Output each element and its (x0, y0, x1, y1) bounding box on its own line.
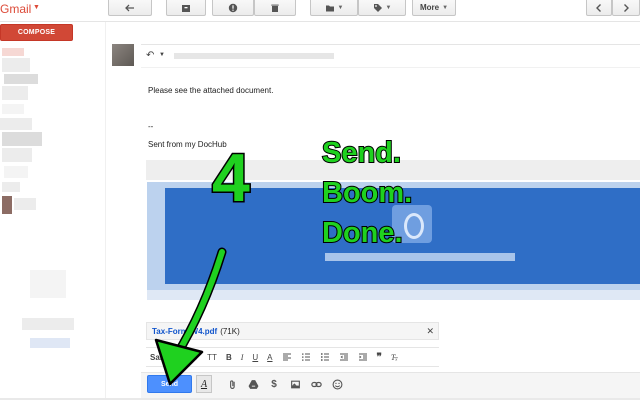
more-label: More (419, 3, 440, 12)
sidebar-item[interactable] (4, 74, 38, 84)
send-money-icon[interactable]: $ (268, 378, 280, 390)
more-button[interactable]: More ▼ (412, 0, 456, 16)
gmail-window: Gmail ▼ ▼ ▼ More ▼ COMPOSE ↶ ▼ Please se… (0, 0, 640, 400)
archive-button[interactable] (166, 0, 206, 16)
bulleted-list-icon[interactable] (320, 352, 330, 362)
indent-more-icon[interactable] (358, 352, 368, 362)
sidebar-item[interactable] (30, 338, 70, 348)
folder-icon (325, 5, 334, 11)
overlay-word: Done. (321, 216, 404, 250)
quote-icon[interactable]: ❞ (377, 352, 382, 363)
label-icon (373, 3, 382, 12)
indent-less-icon[interactable] (339, 352, 349, 362)
back-button[interactable] (108, 0, 152, 16)
archive-icon (182, 4, 190, 12)
content-divider (105, 22, 106, 400)
sidebar-hangouts-placeholder (30, 270, 66, 298)
compose-button[interactable]: COMPOSE (0, 24, 73, 41)
trash-icon (271, 4, 279, 12)
older-button[interactable] (612, 0, 640, 16)
close-icon[interactable]: ✕ (426, 326, 434, 337)
overlay-word: Send. (321, 136, 402, 170)
message-line: Please see the attached document. (148, 86, 274, 95)
sidebar-item[interactable] (22, 318, 74, 330)
recipient-field[interactable] (174, 53, 334, 59)
overlay-word: Boom. (321, 176, 413, 210)
sidebar-item[interactable] (0, 118, 32, 130)
app-switcher-caret-icon[interactable]: ▼ (33, 4, 40, 11)
annotation-arrow (154, 247, 227, 386)
sidebar-item[interactable] (14, 198, 36, 210)
report-spam-button[interactable] (212, 0, 254, 16)
sidebar-item[interactable] (2, 148, 32, 162)
report-spam-icon (228, 3, 238, 12)
step-number: 4 (211, 139, 252, 218)
remove-formatting-icon[interactable]: T̶ₓ (391, 353, 398, 362)
sidebar-item[interactable] (4, 166, 28, 178)
numbered-list-icon[interactable] (301, 352, 311, 362)
top-toolbar: Gmail ▼ ▼ ▼ More ▼ (0, 0, 640, 22)
align-icon[interactable] (282, 352, 292, 362)
signature-separator: -- (148, 122, 154, 131)
labels-button[interactable]: ▼ (358, 0, 406, 16)
chevron-down-icon: ▼ (337, 4, 344, 11)
delete-button[interactable] (254, 0, 296, 16)
text-color-button[interactable]: A (267, 353, 272, 362)
sidebar-item[interactable] (2, 104, 24, 114)
back-arrow-icon (125, 4, 134, 11)
move-to-button[interactable]: ▼ (310, 0, 358, 16)
chevron-down-icon: ▼ (442, 4, 449, 11)
gmail-logo[interactable]: Gmail (0, 2, 31, 16)
sidebar-item[interactable] (2, 48, 24, 56)
sidebar-avatar[interactable] (2, 196, 12, 214)
chevron-down-icon[interactable]: ▼ (159, 52, 165, 58)
sidebar-item[interactable] (2, 182, 20, 192)
newer-button[interactable] (586, 0, 612, 16)
sidebar-item[interactable] (2, 58, 30, 72)
chevron-left-icon (596, 3, 601, 12)
banner-text-placeholder (325, 253, 515, 261)
insert-emoji-icon[interactable] (331, 378, 343, 390)
reply-icon[interactable]: ↶ (146, 50, 154, 61)
sender-avatar (112, 44, 134, 66)
insert-photo-icon[interactable] (289, 378, 301, 390)
sidebar-item[interactable] (2, 86, 28, 100)
insert-link-icon[interactable] (310, 378, 322, 390)
chevron-down-icon: ▼ (385, 4, 392, 11)
chevron-right-icon (624, 3, 629, 12)
sidebar-item[interactable] (2, 132, 42, 146)
